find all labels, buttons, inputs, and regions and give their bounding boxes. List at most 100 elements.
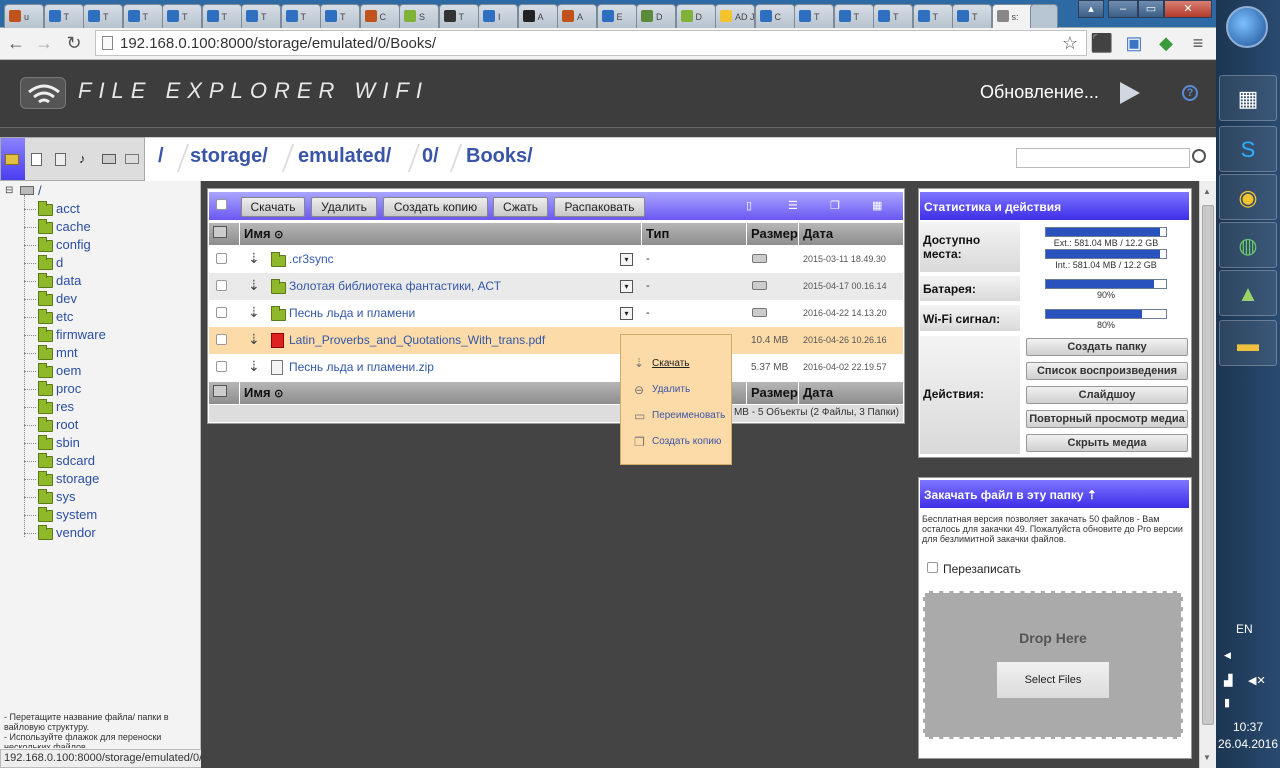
browser-tab[interactable]: D [675, 4, 716, 28]
video-icon[interactable] [125, 154, 139, 164]
breadcrumb-item[interactable]: emulated/ [298, 145, 391, 168]
taskbar-app-calculator-icon[interactable]: ▦ [1219, 75, 1277, 121]
tree-item[interactable]: system [56, 507, 97, 522]
search-icon[interactable] [1192, 149, 1206, 163]
archive-icon[interactable] [55, 153, 66, 166]
row-menu-button[interactable]: ▾ [620, 307, 633, 320]
download-arrow-icon[interactable]: ⇣ [248, 277, 260, 294]
view-toggle-icon[interactable]: ▯ [746, 199, 752, 212]
music-icon[interactable]: ♪ [79, 151, 86, 166]
name-column-header[interactable]: Имя ⊙ [240, 223, 641, 245]
browser-tab[interactable]: I [478, 4, 518, 28]
name-column-footer[interactable]: Имя ⊙ [240, 382, 641, 404]
tree-item[interactable]: etc [56, 309, 73, 324]
download-button[interactable]: Скачать [241, 197, 305, 217]
browser-tab[interactable]: E [596, 4, 637, 28]
tree-item[interactable]: dev [56, 291, 77, 306]
delete-button[interactable]: Удалить [311, 197, 377, 217]
size-column-header[interactable]: Размер [747, 223, 798, 245]
tree-item[interactable]: proc [56, 381, 81, 396]
row-checkbox[interactable] [216, 280, 227, 291]
extension2-icon[interactable]: ▣ [1122, 31, 1146, 55]
reload-icon[interactable]: ↻ [62, 31, 86, 55]
file-name[interactable]: Latin_Proverbs_and_Quotations_With_trans… [289, 333, 545, 347]
minimize-button[interactable]: – [1108, 0, 1138, 18]
tree-item[interactable]: firmware [56, 327, 106, 342]
download-arrow-icon[interactable]: ⇣ [248, 250, 260, 267]
playlist-button[interactable]: Список воспроизведения [1026, 362, 1188, 380]
tree-item[interactable]: config [56, 237, 91, 252]
extract-button[interactable]: Распаковать [554, 197, 645, 217]
browser-tab[interactable]: AD J [715, 4, 755, 28]
browser-tab[interactable]: T [833, 4, 874, 28]
copy-button[interactable]: Создать копию [383, 197, 488, 217]
close-window-button[interactable]: ✕ [1164, 0, 1212, 18]
tray-expand-icon[interactable]: ◀ [1224, 650, 1231, 661]
tree-collapse-icon[interactable]: ⊟ [5, 185, 13, 196]
row-checkbox[interactable] [216, 334, 227, 345]
tree-item[interactable]: root [56, 417, 78, 432]
tree-item[interactable]: oem [56, 363, 81, 378]
tree-item[interactable]: cache [56, 219, 91, 234]
tree-item[interactable]: sdcard [56, 453, 95, 468]
update-link[interactable]: Обновление... [980, 82, 1099, 103]
address-bar[interactable]: 192.168.0.100:8000/storage/emulated/0/Bo… [95, 30, 1087, 56]
tree-item[interactable]: sys [56, 489, 76, 504]
user-button[interactable]: ▴ [1078, 0, 1104, 18]
tree-item[interactable]: data [56, 273, 81, 288]
language-indicator[interactable]: EN [1236, 622, 1253, 636]
browser-tab[interactable]: T [280, 4, 321, 28]
type-column-header[interactable]: Тип расширения [642, 223, 746, 256]
browser-tab[interactable]: T [162, 4, 202, 28]
row-checkbox[interactable] [216, 307, 227, 318]
grid-view-icon[interactable]: ▦ [872, 199, 882, 212]
taskbar-explorer-icon[interactable]: ▬ [1219, 320, 1277, 366]
list-view-icon[interactable]: ☰ [788, 199, 798, 212]
size-column-footer[interactable]: Размер [747, 382, 798, 404]
new-tab-button[interactable] [1030, 4, 1058, 28]
overwrite-checkbox[interactable] [927, 562, 938, 573]
file-name[interactable]: Песнь льда и пламени [289, 306, 415, 320]
browser-tab[interactable]: T [952, 4, 992, 28]
scroll-down-icon[interactable]: ▼ [1203, 753, 1211, 762]
select-all-checkbox[interactable] [216, 199, 227, 210]
start-orb-icon[interactable] [1226, 6, 1268, 48]
file-name[interactable]: Песнь льда и пламени.zip [289, 360, 434, 374]
photo-icon[interactable] [102, 154, 116, 164]
browser-tab[interactable]: T [122, 4, 163, 28]
browser-tab[interactable]: T [794, 4, 834, 28]
browser-tab[interactable]: u [4, 4, 44, 28]
scroll-thumb[interactable] [1202, 205, 1214, 725]
rescan-media-button[interactable]: Повторный просмотр медиа [1026, 410, 1188, 428]
back-icon[interactable]: ← [4, 31, 28, 55]
taskbar-skype-icon[interactable]: S [1219, 126, 1277, 172]
browser-tab[interactable]: T [43, 4, 84, 28]
browser-tab[interactable]: S [399, 4, 439, 28]
bookmark-star-icon[interactable]: ☆ [1058, 31, 1082, 55]
browser-tab[interactable]: T [320, 4, 360, 28]
download-arrow-icon[interactable]: ⇣ [248, 331, 260, 348]
volume-icon[interactable]: ◀✕ [1248, 674, 1266, 687]
menu-icon[interactable]: ≡ [1186, 31, 1210, 55]
tree-root[interactable]: / [38, 183, 42, 198]
browser-tab[interactable]: T [83, 4, 123, 28]
browser-tab[interactable]: C [359, 4, 400, 28]
maximize-button[interactable]: ▭ [1138, 0, 1164, 18]
browser-tab[interactable]: A [517, 4, 558, 28]
breadcrumb-item[interactable]: storage/ [190, 145, 268, 168]
browser-tab[interactable]: s: [991, 4, 1034, 28]
row-checkbox[interactable] [216, 361, 227, 372]
browser-tab[interactable]: D [636, 4, 676, 28]
help-icon[interactable]: ? [1182, 85, 1198, 101]
scroll-up-icon[interactable]: ▲ [1203, 187, 1211, 196]
browser-tab[interactable]: T [438, 4, 479, 28]
clock-time[interactable]: 10:37 [1216, 720, 1280, 734]
play-store-icon[interactable] [1120, 82, 1140, 104]
page-scrollbar[interactable]: ▲ ▼ [1199, 181, 1216, 768]
breadcrumb-item[interactable]: Books/ [466, 145, 533, 168]
search-input[interactable] [1016, 148, 1190, 168]
taskbar-android-icon[interactable]: ▲ [1219, 270, 1277, 316]
browser-tab[interactable]: T [873, 4, 913, 28]
slideshow-button[interactable]: Слайдшоу [1026, 386, 1188, 404]
row-checkbox[interactable] [216, 253, 227, 264]
